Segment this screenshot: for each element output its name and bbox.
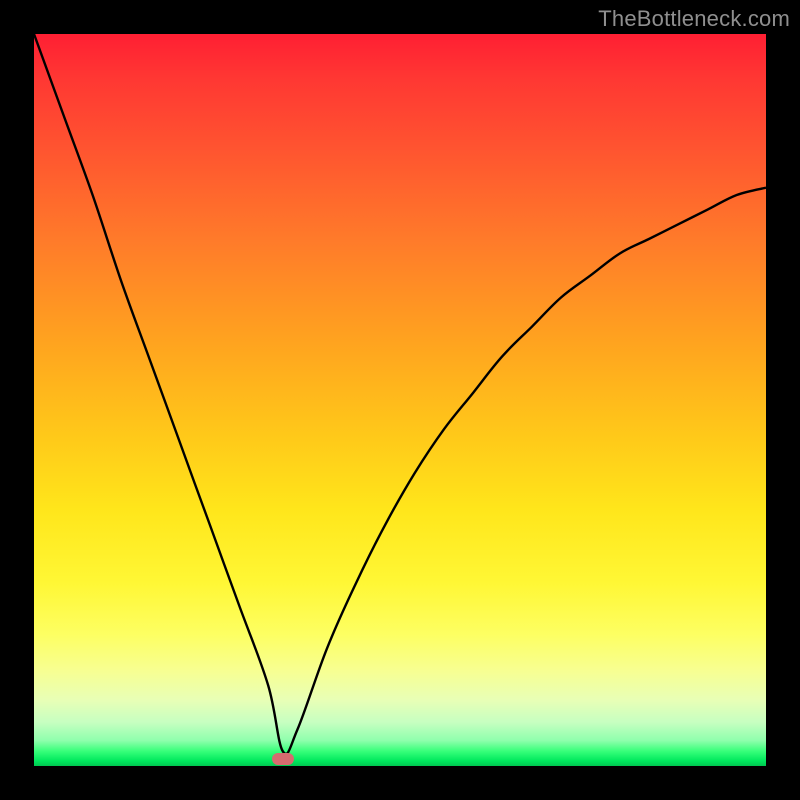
chart-frame: TheBottleneck.com: [0, 0, 800, 800]
bottleneck-curve: [34, 34, 766, 766]
plot-area: [34, 34, 766, 766]
watermark-text: TheBottleneck.com: [598, 6, 790, 32]
curve-path: [34, 34, 766, 754]
minimum-marker: [272, 753, 294, 765]
